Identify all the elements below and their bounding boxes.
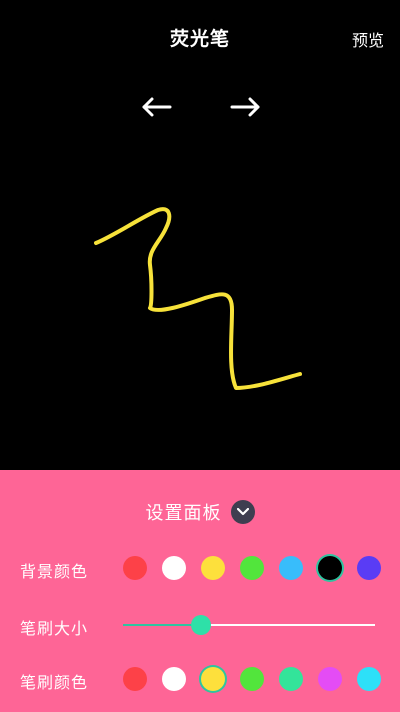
brush-color-swatch-2[interactable]	[162, 667, 186, 691]
arrow-right-icon[interactable]	[228, 96, 262, 118]
drawn-line	[94, 207, 302, 390]
slider-thumb[interactable]	[191, 615, 212, 635]
background-color-swatch-7[interactable]	[357, 556, 381, 580]
brush-color-swatch-7[interactable]	[357, 667, 381, 691]
background-color-swatch-2[interactable]	[162, 556, 186, 580]
brush-size-label: 笔刷大小	[20, 619, 89, 638]
background-color-swatch-5[interactable]	[279, 556, 303, 580]
brush-color-swatch-5[interactable]	[279, 667, 303, 691]
background-color-swatch-1[interactable]	[123, 556, 147, 580]
slider-fill	[123, 624, 202, 626]
chevron-down-icon[interactable]	[230, 500, 255, 524]
preview-button[interactable]: 预览	[352, 27, 384, 51]
background-color-swatch-6[interactable]	[318, 556, 342, 580]
brush-size-row: 笔刷大小	[0, 608, 400, 642]
brush-size-slider[interactable]	[123, 615, 375, 635]
brush-color-label: 笔刷颜色	[20, 673, 89, 692]
panel-title: 设置面板	[145, 503, 222, 524]
highlighter-stroke	[94, 207, 302, 390]
page-title: 荧光笔	[169, 28, 230, 50]
panel-header: 设置面板	[0, 498, 400, 526]
background-color-row: 背景颜色	[0, 551, 400, 585]
brush-color-swatch-6[interactable]	[318, 667, 342, 691]
brush-color-swatch-1[interactable]	[123, 667, 147, 691]
background-color-swatch-4[interactable]	[240, 556, 264, 580]
background-color-label: 背景颜色	[20, 562, 89, 581]
drawing-canvas[interactable]: 荧光笔 预览	[0, 0, 400, 470]
brush-color-swatch-4[interactable]	[240, 667, 264, 691]
arrow-left-icon[interactable]	[140, 96, 174, 118]
brush-color-row: 笔刷颜色	[0, 662, 400, 696]
background-color-swatches	[123, 556, 381, 580]
brush-color-swatch-3[interactable]	[201, 667, 225, 691]
brush-color-swatches	[123, 667, 381, 691]
background-color-swatch-3[interactable]	[201, 556, 225, 580]
